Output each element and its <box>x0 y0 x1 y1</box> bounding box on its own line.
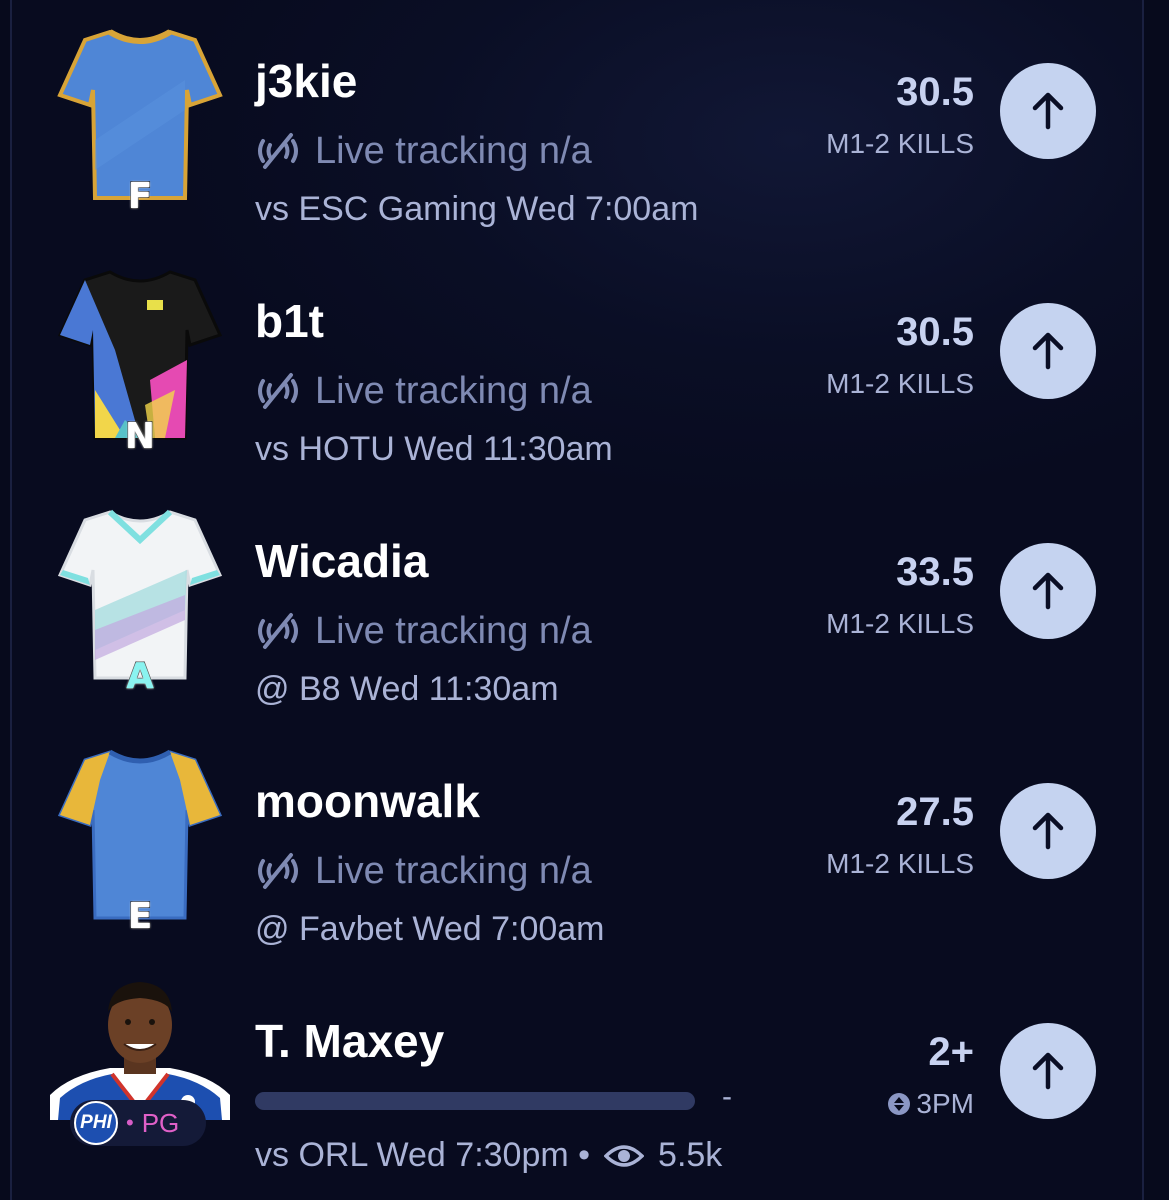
jersey-icon <box>55 500 225 680</box>
separator-dot: • <box>126 1110 134 1135</box>
player-name[interactable]: b1t <box>255 294 324 348</box>
game-info: @ Favbet Wed 7:00am <box>255 910 605 948</box>
more-button[interactable] <box>1000 1023 1096 1119</box>
player-row-wicadia[interactable]: A Wicadia Live tracking n/a @ B8 Wed 11:… <box>0 480 1169 720</box>
live-tracking-off-icon <box>258 373 298 409</box>
live-tracking-status: Live tracking n/a <box>255 608 592 654</box>
player-name[interactable]: j3kie <box>255 54 357 108</box>
game-info: @ B8 Wed 11:30am <box>255 670 559 708</box>
more-button[interactable] <box>1000 783 1096 879</box>
game-info: vs HOTU Wed 11:30am <box>255 430 613 468</box>
player-name[interactable]: moonwalk <box>255 774 480 828</box>
arrow-up-icon <box>1032 1052 1064 1090</box>
position-letter: F <box>127 175 153 218</box>
clock-icon <box>888 1093 911 1115</box>
stat-type: M1-2 KILLS <box>826 608 974 639</box>
live-tracking-label: Live tracking n/a <box>315 129 592 172</box>
position-letter: N <box>124 415 156 458</box>
stat-type: M1-2 KILLS <box>826 128 974 159</box>
player-name[interactable]: Wicadia <box>255 534 428 588</box>
arrow-up-icon <box>1032 812 1064 850</box>
arrow-up-icon <box>1032 572 1064 610</box>
time-label: 3PM <box>916 1088 974 1119</box>
jersey-icon <box>55 740 225 920</box>
position-letter: E <box>127 895 153 938</box>
more-button[interactable] <box>1000 303 1096 399</box>
jersey-icon <box>55 20 225 200</box>
player-row-moonwalk[interactable]: E moonwalk Live tracking n/a @ Favbet We… <box>0 720 1169 960</box>
game-info: vs ESC Gaming Wed 7:00am <box>255 190 699 228</box>
progress-value: - <box>722 1080 732 1113</box>
live-tracking-off-icon <box>258 613 298 649</box>
live-tracking-label: Live tracking n/a <box>315 609 592 652</box>
player-row-j3kie[interactable]: F j3kie Live tracking n/a vs ESC Gaming … <box>0 0 1169 240</box>
position-label: PG <box>141 1107 180 1138</box>
more-button[interactable] <box>1000 543 1096 639</box>
live-tracking-label: Live tracking n/a <box>315 369 592 412</box>
team-logo: PHI <box>74 1101 118 1145</box>
player-name[interactable]: T. Maxey <box>255 1014 444 1068</box>
stat-type: M1-2 KILLS <box>826 368 974 399</box>
view-count: 5.5k <box>658 1136 723 1174</box>
live-tracking-off-icon <box>258 133 298 169</box>
game-info-text: vs ORL Wed 7:30pm • <box>255 1136 591 1174</box>
eye-icon <box>604 1144 645 1167</box>
line-value: 27.5 <box>896 790 974 834</box>
game-info: vs ORL Wed 7:30pm • 5.5k <box>255 1136 722 1175</box>
line-value: 30.5 <box>896 70 974 114</box>
live-tracking-status: Live tracking n/a <box>255 128 592 174</box>
arrow-up-icon <box>1032 92 1064 130</box>
line-value: 30.5 <box>896 310 974 354</box>
player-row-t-maxey[interactable]: PHI • PG T. Maxey - vs ORL Wed 7:30pm • … <box>0 960 1169 1200</box>
live-tracking-label: Live tracking n/a <box>315 849 592 892</box>
line-value: 33.5 <box>896 550 974 594</box>
live-tracking-status: Live tracking n/a <box>255 848 592 894</box>
player-row-b1t[interactable]: N b1t Live tracking n/a vs HOTU Wed 11:3… <box>0 240 1169 480</box>
live-tracking-off-icon <box>258 853 298 889</box>
more-button[interactable] <box>1000 63 1096 159</box>
stat-type: M1-2 KILLS <box>826 848 974 879</box>
live-tracking-status: Live tracking n/a <box>255 368 592 414</box>
jersey-icon <box>55 260 225 440</box>
position-letter: A <box>125 655 154 698</box>
line-value: 2+ <box>928 1030 974 1074</box>
time-badge: 3PM <box>888 1088 974 1120</box>
team-position-badge: PHI • PG <box>70 1100 206 1146</box>
live-progress-bar <box>255 1092 695 1110</box>
arrow-up-icon <box>1032 332 1064 370</box>
player-photo <box>50 970 230 1120</box>
